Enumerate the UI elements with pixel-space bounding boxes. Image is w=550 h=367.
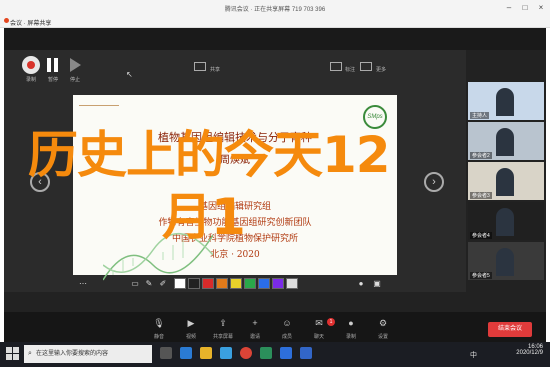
record-icon — [27, 61, 35, 69]
slide-decoration — [79, 105, 119, 106]
minimize-icon[interactable]: – — [502, 2, 516, 14]
pause-icon[interactable] — [47, 58, 51, 72]
overlay-line-2: 月1 — [162, 188, 246, 246]
color-swatch[interactable] — [188, 278, 200, 289]
highlighter-icon[interactable]: ✐ — [158, 279, 168, 289]
participant-video — [496, 208, 514, 236]
record-icon[interactable]: ● — [342, 318, 360, 330]
toolbar-label: 录制 — [345, 334, 356, 340]
chat-icon[interactable]: ✉ — [310, 318, 328, 330]
record-label: 录制 — [25, 77, 36, 83]
pause-icon-bar — [54, 58, 58, 72]
participant-name: 参会者5 — [470, 272, 492, 279]
color-swatch[interactable] — [258, 278, 270, 289]
color-swatch[interactable] — [244, 278, 256, 289]
toolbar-label: 视频 — [185, 334, 196, 340]
cursor-icon: ↖ — [126, 70, 133, 79]
share-icon[interactable]: ⇪ — [214, 318, 232, 330]
tab-title[interactable]: 会议 · 屏幕共享 — [10, 18, 51, 27]
pointer-icon[interactable]: ⋯ — [78, 279, 88, 289]
save-annotation-icon[interactable]: ▣ — [372, 279, 382, 289]
chat-badge: 1 — [327, 318, 335, 326]
chrome-icon[interactable] — [240, 347, 252, 359]
app-icon — [4, 18, 9, 23]
clock-date: 2020/12/9 — [516, 350, 543, 356]
toolbar-label: 成员 — [281, 334, 292, 340]
close-icon[interactable]: × — [534, 2, 548, 14]
end-meeting-button[interactable]: 结束会议 — [488, 322, 532, 337]
toolbar-label: 邀请 — [249, 334, 260, 340]
share-topbar — [4, 28, 546, 50]
maximize-icon[interactable]: □ — [518, 2, 532, 14]
participant-video — [496, 128, 514, 156]
screen-icon[interactable] — [194, 62, 206, 71]
overlay-line-1: 历史上的今天12 — [28, 126, 391, 184]
ime-indicator[interactable]: 中 — [470, 350, 477, 360]
windows-start-icon[interactable] — [6, 347, 20, 361]
participant-name: 参会者2 — [470, 152, 492, 159]
members-icon[interactable]: ☺ — [278, 318, 296, 330]
toolbar-label: 设置 — [377, 334, 388, 340]
wechat-icon[interactable] — [260, 347, 272, 359]
overlay-caption: 历史上的今天12 月1 — [28, 124, 391, 248]
color-swatch[interactable] — [286, 278, 298, 289]
participant-name: 主持人 — [470, 112, 490, 119]
annotate-icon[interactable] — [330, 62, 342, 71]
pen-icon[interactable]: ✎ — [144, 279, 154, 289]
settings-icon[interactable]: ⚙ — [374, 318, 392, 330]
color-swatch[interactable] — [174, 278, 186, 289]
invite-icon[interactable]: + — [246, 318, 264, 330]
play-icon[interactable] — [70, 58, 81, 72]
taskbar-clock[interactable]: 16:06 2020/12/9 — [497, 344, 543, 356]
participant-video — [496, 248, 514, 276]
participant-video — [496, 88, 514, 116]
store-icon[interactable] — [220, 347, 232, 359]
participant-name: 参会者4 — [470, 232, 492, 239]
search-icon: ⌕ — [28, 350, 32, 357]
more-icon[interactable] — [360, 62, 372, 71]
mic-small-icon[interactable]: ● — [356, 279, 366, 289]
participant-video — [496, 168, 514, 196]
file-explorer-icon[interactable] — [200, 347, 212, 359]
eraser-icon[interactable]: ▭ — [130, 279, 140, 289]
color-swatch[interactable] — [272, 278, 284, 289]
mic-icon[interactable]: 🎙 — [150, 318, 168, 330]
window-title: 腾讯会议 · 正在共享屏幕 719 703 396 — [224, 7, 326, 13]
stop-label: 停止 — [69, 77, 80, 83]
edge-icon[interactable] — [180, 347, 192, 359]
tencent-meeting-icon[interactable] — [280, 347, 292, 359]
toolbar-label: 共享屏幕 — [212, 334, 233, 340]
taskbar-search-input[interactable]: 在这里输入你要搜索的内容 — [24, 345, 152, 363]
video-icon[interactable]: ▶ — [182, 318, 200, 330]
task-view-icon[interactable] — [160, 347, 172, 359]
next-slide-icon[interactable]: › — [424, 172, 444, 192]
topbar-right-label-2: 更多 — [376, 67, 387, 73]
pause-label: 暂停 — [47, 77, 58, 83]
color-swatch[interactable] — [202, 278, 214, 289]
color-swatch[interactable] — [230, 278, 242, 289]
toolbar-label: 静音 — [153, 334, 164, 340]
topbar-right-label-1: 标注 — [345, 67, 356, 73]
participant-name: 参会者3 — [470, 192, 492, 199]
word-icon[interactable] — [300, 347, 312, 359]
topbar-mid-label: 共享 — [210, 67, 221, 73]
color-swatch[interactable] — [216, 278, 228, 289]
toolbar-label: 聊天 — [313, 334, 324, 340]
